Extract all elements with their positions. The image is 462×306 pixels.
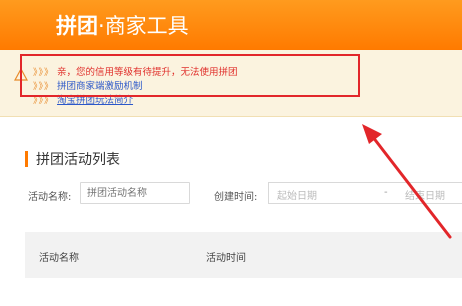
column-activity-time: 活动时间 xyxy=(206,253,246,264)
table-header: 活动名称 活动时间 xyxy=(25,232,462,278)
app-title: 拼团·商家工具 xyxy=(56,12,189,40)
date-separator: - xyxy=(384,187,388,198)
brand-main: 拼团 xyxy=(56,14,98,38)
red-highlight-box xyxy=(20,54,360,97)
activity-name-label: 活动名称: xyxy=(28,192,72,203)
column-activity-name: 活动名称 xyxy=(39,253,79,264)
page-title: 拼团活动列表 xyxy=(36,152,120,168)
app-header: 拼团·商家工具 xyxy=(0,0,462,50)
brand-dot: · xyxy=(98,14,105,38)
created-time-label: 创建时间: xyxy=(214,192,258,203)
end-date-placeholder: 结束日期 xyxy=(405,191,445,202)
activity-name-input[interactable] xyxy=(80,182,190,204)
section-heading: 拼团活动列表 xyxy=(25,150,120,168)
title-accent-bar xyxy=(25,151,28,167)
date-range-picker[interactable]: 起始日期 - 结束日期 xyxy=(268,182,462,204)
start-date-placeholder: 起始日期 xyxy=(277,191,317,202)
brand-sub: 商家工具 xyxy=(104,14,189,38)
